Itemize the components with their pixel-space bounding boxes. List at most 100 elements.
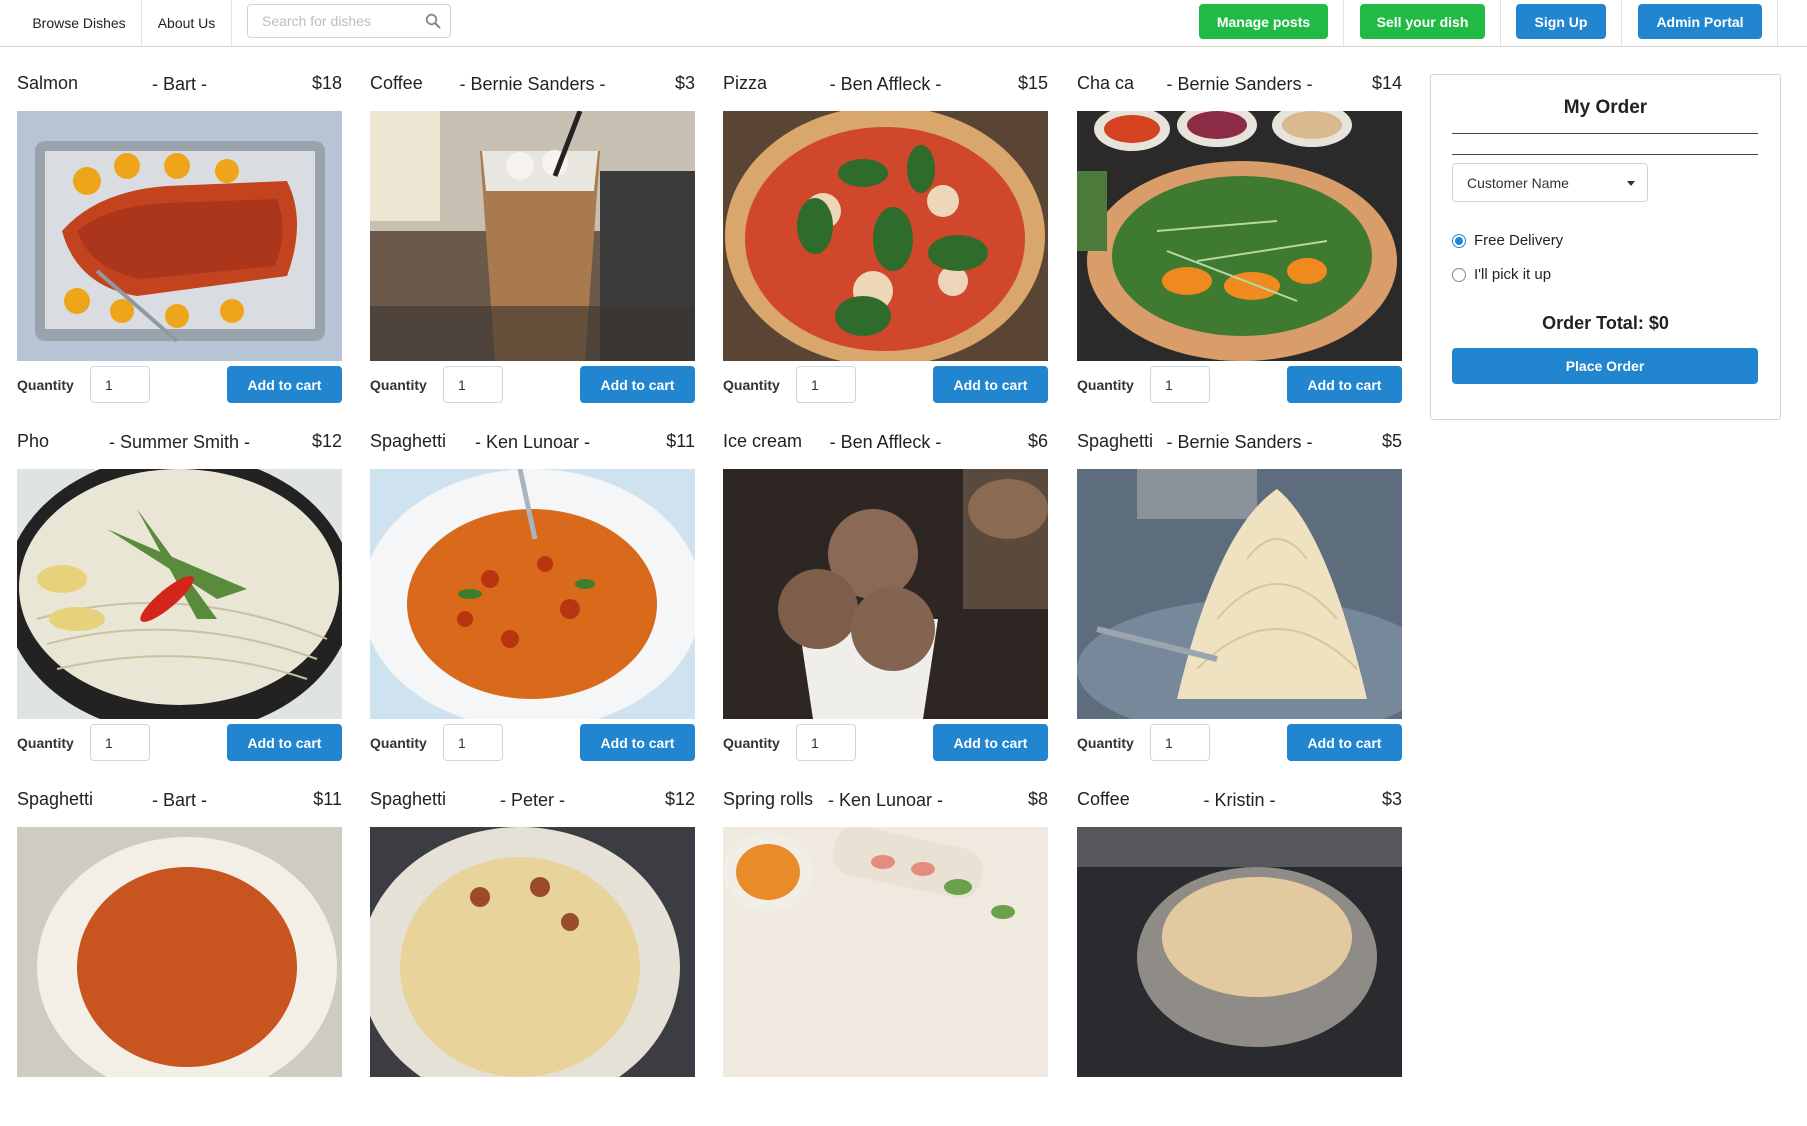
ice-cream-photo[interactable] xyxy=(723,469,1048,719)
nav-browse-dishes[interactable]: Browse Dishes xyxy=(17,0,142,46)
quantity-label: Quantity xyxy=(370,377,427,393)
order-panel: My Order Customer Name Free Delivery I'l… xyxy=(1430,74,1781,420)
add-to-cart-button[interactable]: Add to cart xyxy=(227,724,342,761)
dish-card: Cha ca - Bernie Sanders - $14 Quantity A… xyxy=(1077,70,1402,410)
place-order-button[interactable]: Place Order xyxy=(1452,348,1758,384)
spaghetti-tomato-photo[interactable] xyxy=(17,827,342,1077)
dish-price: $6 xyxy=(1027,431,1048,451)
top-nav-bar: Browse Dishes About Us Manage posts Sell… xyxy=(0,0,1807,47)
nav-divider xyxy=(1777,0,1778,46)
add-to-cart-button[interactable]: Add to cart xyxy=(580,366,695,403)
dish-card: Spaghetti - Ken Lunoar - $11 Quantity Ad… xyxy=(370,428,695,768)
nav-divider xyxy=(1500,0,1501,46)
customer-name-dropdown[interactable]: Customer Name xyxy=(1452,163,1648,202)
dish-price: $5 xyxy=(1381,431,1402,451)
add-to-cart-button[interactable]: Add to cart xyxy=(1287,366,1402,403)
dish-header: Pho - Summer Smith - $12 xyxy=(17,428,342,454)
dish-header: Salmon - Bart - $18 xyxy=(17,70,342,96)
dish-price: $12 xyxy=(311,431,342,451)
manage-posts-button[interactable]: Manage posts xyxy=(1199,4,1328,39)
dish-seller: - Summer Smith - xyxy=(108,432,250,452)
add-to-cart-button[interactable]: Add to cart xyxy=(580,724,695,761)
add-to-cart-button[interactable]: Add to cart xyxy=(933,724,1048,761)
nav-divider xyxy=(1343,0,1344,46)
pizza-photo[interactable] xyxy=(723,111,1048,361)
dish-seller: - Ken Lunoar - xyxy=(827,790,944,810)
sign-up-button[interactable]: Sign Up xyxy=(1516,4,1606,39)
dish-card: Pho - Summer Smith - $12 Quantity Add to… xyxy=(17,428,342,768)
dish-header: Spaghetti - Peter - $12 xyxy=(370,786,695,812)
add-to-cart-button[interactable]: Add to cart xyxy=(933,366,1048,403)
dish-card: Spring rolls - Ken Lunoar - $8 xyxy=(723,786,1048,1126)
add-to-cart-button[interactable]: Add to cart xyxy=(227,366,342,403)
dish-card: Salmon - Bart - $18 Quantity Add to cart xyxy=(17,70,342,410)
dish-seller: - Bernie Sanders - xyxy=(459,74,606,94)
customer-name-placeholder: Customer Name xyxy=(1467,174,1569,191)
dish-seller: - Ben Affleck - xyxy=(829,74,942,94)
dish-card: Spaghetti - Peter - $12 xyxy=(370,786,695,1126)
dish-header: Spaghetti - Ken Lunoar - $11 xyxy=(370,428,695,454)
spaghetti-bolognese-photo[interactable] xyxy=(370,469,695,719)
dish-header: Spring rolls - Ken Lunoar - $8 xyxy=(723,786,1048,812)
salmon-photo[interactable] xyxy=(17,111,342,361)
search-icon[interactable] xyxy=(425,13,441,29)
order-total: Order Total: $0 xyxy=(1542,313,1669,333)
dish-seller: - Peter - xyxy=(499,790,565,810)
quantity-label: Quantity xyxy=(17,735,74,751)
quantity-input[interactable] xyxy=(90,366,150,403)
dish-card: Coffee - Bernie Sanders - $3 Quantity Ad… xyxy=(370,70,695,410)
dish-header: Cha ca - Bernie Sanders - $14 xyxy=(1077,70,1402,96)
dish-seller: - Bernie Sanders - xyxy=(1166,432,1313,452)
sell-dish-button[interactable]: Sell your dish xyxy=(1360,4,1485,39)
quantity-input[interactable] xyxy=(443,366,503,403)
quantity-input[interactable] xyxy=(90,724,150,761)
dish-seller: - Ben Affleck - xyxy=(829,432,942,452)
dish-price: $3 xyxy=(1381,789,1402,809)
dish-price: $18 xyxy=(311,73,342,93)
dish-price: $15 xyxy=(1017,73,1048,93)
quantity-label: Quantity xyxy=(17,377,74,393)
spring-rolls-photo[interactable] xyxy=(723,827,1048,1077)
admin-portal-button[interactable]: Admin Portal xyxy=(1638,4,1762,39)
divider xyxy=(1452,133,1758,134)
carbonara-photo[interactable] xyxy=(370,827,695,1077)
dish-seller: - Kristin - xyxy=(1203,790,1276,810)
search-input[interactable] xyxy=(248,5,423,37)
dish-header: Ice cream - Ben Affleck - $6 xyxy=(723,428,1048,454)
radio-unselected-icon[interactable] xyxy=(1452,267,1466,282)
quantity-input[interactable] xyxy=(1150,724,1210,761)
cha-ca-photo[interactable] xyxy=(1077,111,1402,361)
latte-photo[interactable] xyxy=(1077,827,1402,1077)
quantity-label: Quantity xyxy=(1077,735,1134,751)
pho-photo[interactable] xyxy=(17,469,342,719)
quantity-input[interactable] xyxy=(796,366,856,403)
search-box xyxy=(247,4,451,38)
nav-about-us[interactable]: About Us xyxy=(142,0,232,46)
pickup-label: I'll pick it up xyxy=(1474,266,1552,283)
quantity-input[interactable] xyxy=(443,724,503,761)
cacio-e-pepe-photo[interactable] xyxy=(1077,469,1402,719)
add-to-cart-button[interactable]: Add to cart xyxy=(1287,724,1402,761)
dish-price: $3 xyxy=(674,73,695,93)
dish-header: Coffee - Kristin - $3 xyxy=(1077,786,1402,812)
free-delivery-option[interactable]: Free Delivery xyxy=(1452,232,1563,249)
dish-header: Pizza - Ben Affleck - $15 xyxy=(723,70,1048,96)
dish-grid: Salmon - Bart - $18 Quantity Add to cart… xyxy=(17,70,1402,1077)
quantity-input[interactable] xyxy=(1150,366,1210,403)
dish-card: Ice cream - Ben Affleck - $6 Quantity Ad… xyxy=(723,428,1048,768)
dish-seller: - Ken Lunoar - xyxy=(474,432,591,452)
dish-seller: - Bernie Sanders - xyxy=(1166,74,1313,94)
quantity-input[interactable] xyxy=(796,724,856,761)
dish-card: Coffee - Kristin - $3 xyxy=(1077,786,1402,1126)
pickup-option[interactable]: I'll pick it up xyxy=(1452,266,1551,283)
quantity-label: Quantity xyxy=(1077,377,1134,393)
order-title: My Order xyxy=(1563,97,1648,118)
dish-price: $11 xyxy=(313,789,342,809)
iced-coffee-photo[interactable] xyxy=(370,111,695,361)
dish-seller: - Bart - xyxy=(151,790,207,810)
dish-header: Spaghetti - Bernie Sanders - $5 xyxy=(1077,428,1402,454)
quantity-label: Quantity xyxy=(723,377,780,393)
dish-price: $11 xyxy=(666,431,695,451)
dish-price: $14 xyxy=(1371,73,1402,93)
radio-selected-icon[interactable] xyxy=(1452,233,1466,248)
